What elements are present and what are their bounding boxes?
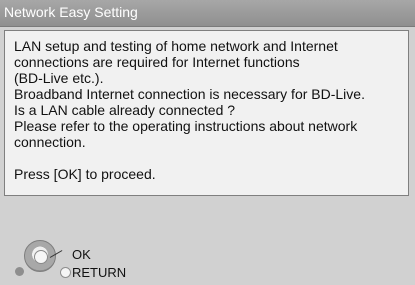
left-dot-icon [15, 267, 24, 276]
ok-label: OK [72, 247, 91, 262]
message-line-6: Please refer to the operating instructio… [14, 118, 358, 134]
message-line-9: Press [OK] to proceed. [14, 166, 156, 182]
network-easy-setting-screen: Network Easy Setting LAN setup and testi… [0, 0, 415, 285]
return-button-icon[interactable] [60, 267, 71, 278]
navigation-guide: OK RETURN [0, 205, 415, 285]
message-line-2: connections are required for Internet fu… [14, 54, 300, 70]
message-line-7: connection. [14, 134, 86, 150]
message-line-5: Is a LAN cable already connected ? [14, 102, 236, 118]
title-bar: Network Easy Setting [0, 0, 415, 27]
message-line-3: (BD-Live etc.). [14, 70, 104, 86]
message-line-1: LAN setup and testing of home network an… [14, 38, 338, 54]
message-line-4: Broadband Internet connection is necessa… [14, 86, 365, 102]
ok-center-icon[interactable] [34, 250, 48, 264]
message-box: LAN setup and testing of home network an… [4, 30, 409, 196]
return-label: RETURN [72, 265, 127, 280]
screen-title: Network Easy Setting [4, 4, 138, 20]
